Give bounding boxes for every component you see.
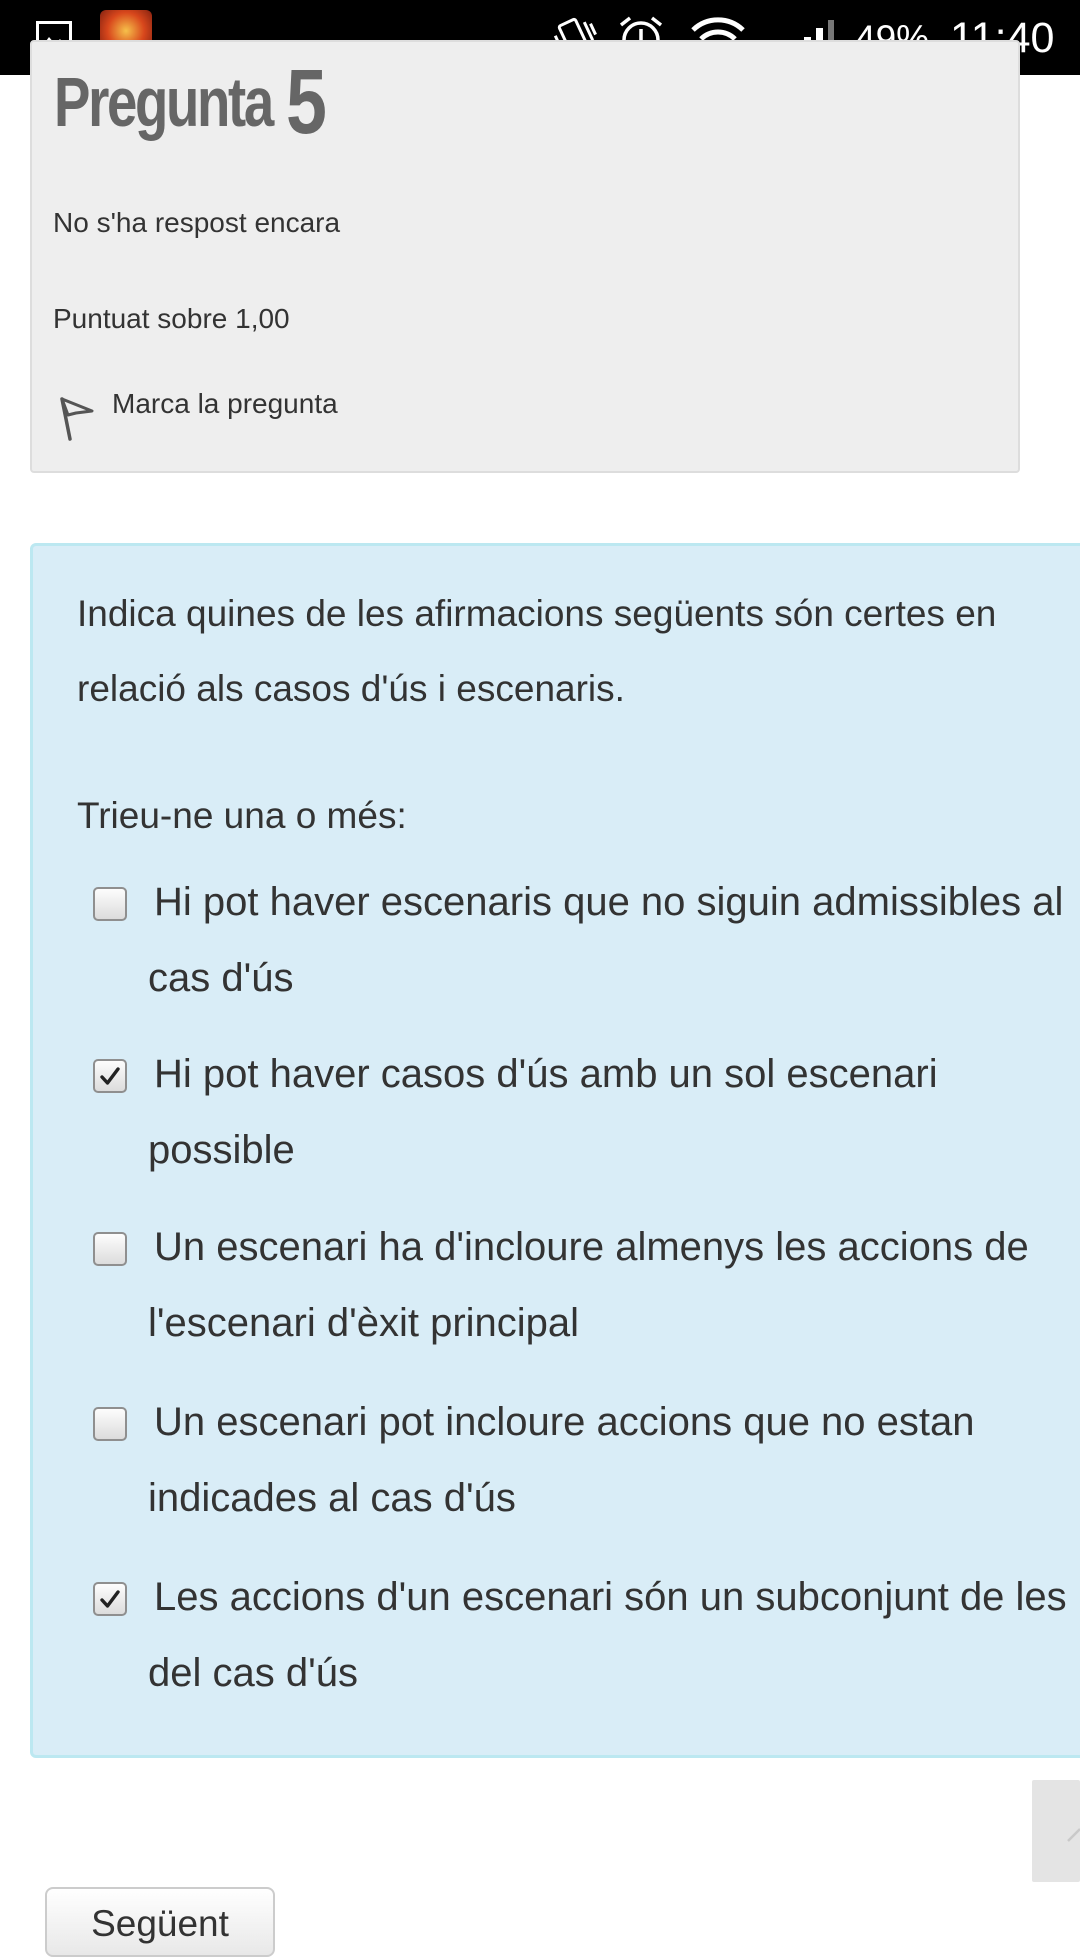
question-text: Indica quines de les afirmacions següent… (77, 593, 997, 709)
answer-checkbox[interactable] (93, 1232, 127, 1266)
answer-option[interactable]: Hi pot haver escenaris que no siguin adm… (93, 864, 1080, 1016)
question-info-box: Pregunta 5 No s'ha respost encara Puntua… (30, 40, 1020, 473)
chevron-up-icon (1067, 1828, 1080, 1842)
question-content-box: Indica quines de les afirmacions següent… (30, 543, 1080, 1758)
flag-question-label: Marca la pregunta (112, 388, 338, 419)
flag-icon (60, 397, 94, 441)
checkmark-icon (100, 1067, 120, 1085)
answer-option[interactable]: Les accions d'un escenari són un subconj… (93, 1559, 1080, 1711)
question-number: 5 (286, 51, 327, 153)
question-label: Pregunta (54, 63, 274, 141)
answer-option[interactable]: Un escenari pot incloure accions que no … (93, 1384, 1080, 1536)
answer-option-label[interactable]: Les accions d'un escenari són un subconj… (148, 1559, 1068, 1711)
question-state: No s'ha respost encara (53, 207, 341, 238)
answer-option[interactable]: Un escenari ha d'incloure almenys les ac… (93, 1209, 1080, 1361)
question-grade: Puntuat sobre 1,00 (53, 303, 290, 334)
answer-checkbox[interactable] (93, 1582, 127, 1616)
checkmark-icon (100, 1590, 120, 1608)
answer-prompt: Trieu-ne una o més: (77, 795, 407, 836)
answer-checkbox[interactable] (93, 1407, 127, 1441)
answer-option-label[interactable]: Hi pot haver escenaris que no siguin adm… (148, 864, 1068, 1016)
answer-option-label[interactable]: Un escenari pot incloure accions que no … (148, 1384, 1068, 1536)
answer-checkbox[interactable] (93, 887, 127, 921)
answer-option-label[interactable]: Hi pot haver casos d'ús amb un sol escen… (148, 1036, 1068, 1188)
answer-option-label[interactable]: Un escenari ha d'incloure almenys les ac… (148, 1209, 1068, 1361)
answer-option[interactable]: Hi pot haver casos d'ús amb un sol escen… (93, 1036, 1080, 1188)
answer-checkbox[interactable] (93, 1059, 127, 1093)
question-number-heading: Pregunta 5 (54, 51, 333, 153)
flag-question-button[interactable]: Marca la pregunta (56, 387, 338, 443)
scroll-to-top-button[interactable] (1032, 1780, 1080, 1882)
next-page-button[interactable]: Següent (45, 1887, 275, 1957)
